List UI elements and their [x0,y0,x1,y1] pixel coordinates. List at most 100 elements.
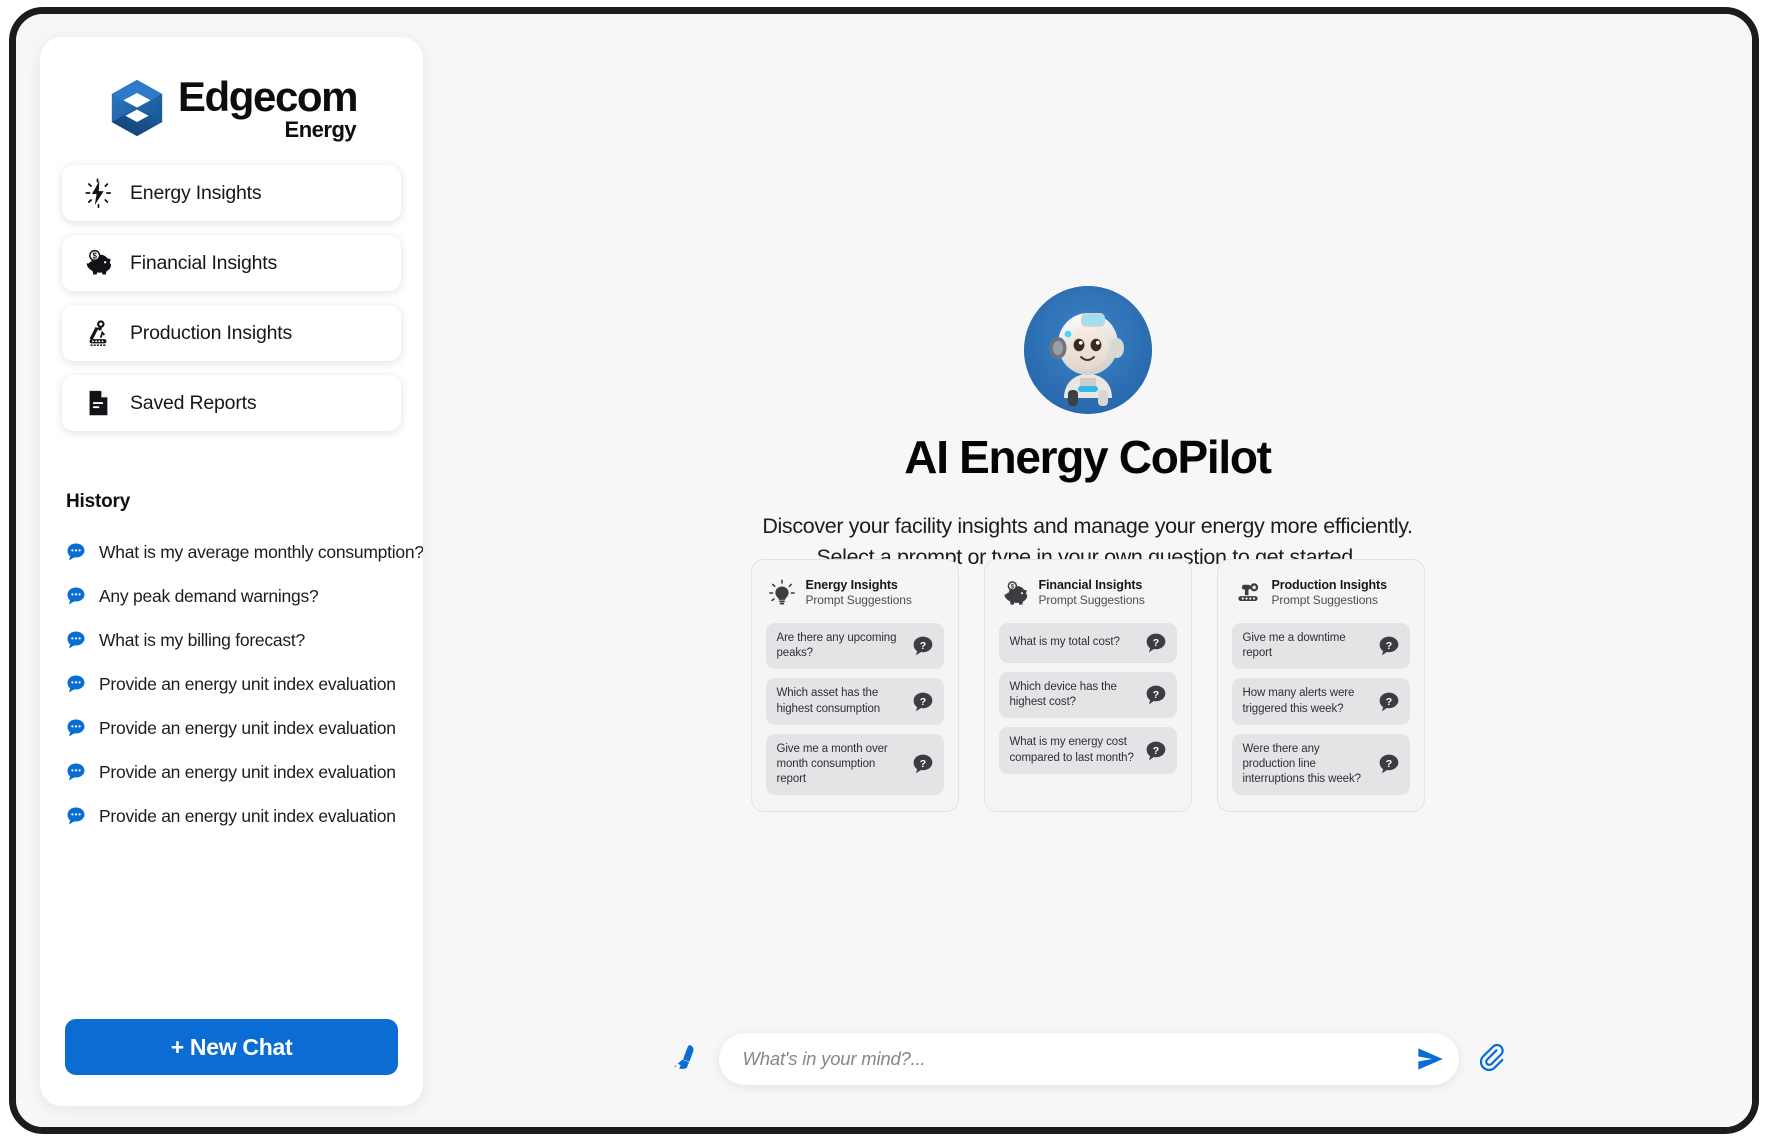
history-item-label: What is my billing forecast? [99,629,305,650]
history-item[interactable]: Provide an energy unit index evaluation [66,662,401,706]
history-section: History What is my average monthly consu… [40,431,423,1019]
send-button[interactable] [1413,1042,1447,1076]
prompt-label: Are there any upcoming peaks? [776,632,897,660]
svg-text:?: ? [1385,758,1391,770]
prompt-label: What is my total cost? [1009,636,1120,649]
history-item-label: Provide an energy unit index evaluation [99,673,396,694]
card-subtitle: Prompt Suggestions [1038,593,1145,607]
chat-bubble-icon [67,543,85,561]
card-header: Production Insights Prompt Suggestions [1232,578,1410,607]
history-list: What is my average monthly consumption? … [66,530,423,838]
svg-text:?: ? [1385,695,1391,707]
card-title: Financial Insights [1038,578,1143,592]
brand-name: Edgecom [177,72,359,120]
question-bubble-icon: ? [1146,633,1165,653]
new-chat-wrap: + New Chat [40,1019,423,1106]
app-window-frame: Edgecom Energy Energy Insights $ Financi… [9,7,1759,1134]
card-title: Production Insights [1271,578,1388,592]
lightning-bolt-icon [85,178,112,208]
chat-input[interactable] [742,1048,1413,1070]
svg-text:?: ? [919,695,925,707]
prompt-item[interactable]: Give me a downtime report ? [1231,623,1410,670]
question-bubble-icon: ? [1146,685,1165,705]
sidebar-item-label: Financial Insights [130,251,278,274]
piggy-bank-icon: $ [1004,580,1027,605]
history-item[interactable]: Provide an energy unit index evaluation [66,706,401,750]
prompt-label: Give me a month over month consumption r… [776,742,888,786]
card-title: Energy Insights [805,578,898,592]
sidebar-item-label: Energy Insights [130,181,262,204]
sidebar-item-saved-reports[interactable]: Saved Reports [62,375,401,431]
card-header: $ Financial Insights Prompt Suggestions [999,578,1177,607]
prompt-list: Give me a downtime report ? How many ale… [1231,623,1410,796]
history-item[interactable]: What is my average monthly consumption? [66,530,423,574]
prompt-item[interactable]: Are there any upcoming peaks? ? [765,623,944,670]
hero-section: AI Energy CoPilot Discover your facility… [423,286,1752,572]
svg-text:$: $ [93,252,98,261]
prompt-item[interactable]: What is my total cost? ? [998,623,1177,663]
prompt-item[interactable]: Were there any production line interrupt… [1231,733,1410,796]
prompt-label: What is my energy cost compared to last … [1009,736,1134,764]
robot-arm-icon [1237,582,1258,601]
svg-text:?: ? [1152,744,1158,756]
prompt-item[interactable]: Which asset has the highest consumption … [765,678,944,725]
history-item[interactable]: Any peak demand warnings? [66,574,401,618]
sidebar-item-production-insights[interactable]: Production Insights [62,305,401,361]
history-item-label: Provide an energy unit index evaluation [99,717,396,738]
page-title: AI Energy CoPilot [904,431,1272,483]
prompt-item[interactable]: How many alerts were triggered this week… [1231,678,1410,725]
history-item-label: Provide an energy unit index evaluation [99,805,396,826]
brand-logo: Edgecom Energy [40,37,423,165]
prompt-item[interactable]: Give me a month over month consumption r… [765,733,944,796]
prompt-label: How many alerts were triggered this week… [1242,687,1355,715]
prompt-item[interactable]: What is my energy cost compared to last … [998,727,1177,774]
document-icon [89,390,108,416]
chat-bubble-icon [67,719,85,737]
prompt-list: Are there any upcoming peaks? ? Which as… [765,623,944,796]
history-item[interactable]: Provide an energy unit index evaluation [66,794,401,838]
chat-bubble-icon [67,763,85,781]
main-content: AI Energy CoPilot Discover your facility… [423,14,1752,1127]
question-bubble-icon: ? [1146,741,1165,760]
chat-bubble-icon [67,631,85,649]
sidebar-item-label: Saved Reports [130,391,257,414]
prompt-label: Give me a downtime report [1242,632,1346,660]
chat-bubble-icon [67,675,85,693]
history-item[interactable]: Provide an energy unit index evaluation [66,750,401,794]
app-root: Edgecom Energy Energy Insights $ Financi… [16,14,1752,1127]
history-item-label: Provide an energy unit index evaluation [99,761,396,782]
chat-bubble-icon [67,587,85,605]
history-item-label: Any peak demand warnings? [99,585,319,606]
sidebar-nav: Energy Insights $ Financial Insights Pro… [40,165,423,431]
card-header: Energy Insights Prompt Suggestions [766,578,944,607]
attach-file-button[interactable] [1477,1043,1509,1075]
question-bubble-icon: ? [1379,692,1398,711]
history-item[interactable]: What is my billing forecast? [66,618,401,662]
prompt-suggestion-cards: Energy Insights Prompt Suggestions Are t… [750,559,1425,813]
sidebar-item-energy-insights[interactable]: Energy Insights [62,165,401,221]
question-bubble-icon: ? [913,755,932,774]
svg-text:?: ? [1152,689,1158,701]
edgecom-hexagon-logo-icon [111,79,163,137]
card-subtitle: Prompt Suggestions [1271,593,1378,607]
card-subtitle: Prompt Suggestions [805,593,912,607]
new-chat-button[interactable]: + New Chat [65,1019,398,1075]
send-paper-plane-icon [1417,1048,1443,1070]
sidebar: Edgecom Energy Energy Insights $ Financi… [40,37,423,1106]
question-bubble-icon: ? [1379,755,1398,774]
broom-icon [673,1045,693,1070]
robot-arm-icon [89,320,107,346]
sidebar-item-financial-insights[interactable]: $ Financial Insights [62,235,401,291]
card-production-insights: Production Insights Prompt Suggestions G… [1216,559,1425,813]
sidebar-item-label: Production Insights [130,321,293,344]
piggy-bank-icon: $ [86,249,112,275]
history-heading: History [66,491,131,512]
question-bubble-icon: ? [1379,636,1398,656]
prompt-item[interactable]: Which device has the highest cost? ? [998,672,1177,719]
clear-chat-button[interactable] [667,1042,701,1076]
card-financial-insights: $ Financial Insights Prompt Suggestions … [983,559,1192,813]
card-energy-insights: Energy Insights Prompt Suggestions Are t… [750,559,959,813]
prompt-list: What is my total cost? ? Which device ha… [998,623,1177,774]
chat-input-shell[interactable] [718,1033,1459,1085]
prompt-label: Which asset has the highest consumption [776,687,881,715]
